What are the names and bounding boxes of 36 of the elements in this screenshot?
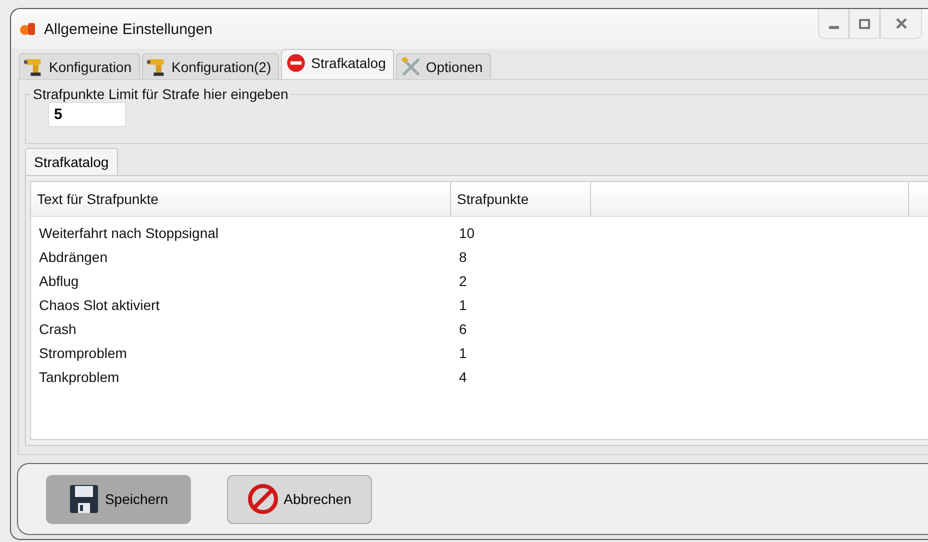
group-legend: Strafpunkte Limit für Strafe hier eingeben bbox=[30, 86, 292, 102]
table-cell-text: Abflug bbox=[38, 273, 80, 289]
tab[interactable]: Optionen bbox=[396, 53, 491, 79]
column-header[interactable]: Text für Strafpunkte bbox=[31, 182, 451, 216]
table-cell-text: Crash bbox=[38, 321, 78, 337]
window-title: Allgemeine Einstellungen bbox=[44, 20, 212, 38]
table-cell-text: Tankproblem bbox=[38, 369, 120, 385]
action-button[interactable]: Abbrechen bbox=[227, 474, 372, 524]
minimize-icon bbox=[828, 26, 838, 29]
prohibited-icon bbox=[248, 484, 278, 514]
table-cell-text: 10 bbox=[458, 225, 475, 241]
table-cell-text: 8 bbox=[458, 249, 467, 265]
close-icon bbox=[896, 18, 906, 29]
no-entry-icon bbox=[286, 52, 306, 72]
tab[interactable]: Konfiguration bbox=[19, 53, 140, 79]
limit-input-field[interactable]: 5 bbox=[48, 102, 126, 127]
table-cell-text: Stromproblem bbox=[38, 345, 128, 361]
app-logo-icon bbox=[19, 21, 37, 37]
close-button[interactable] bbox=[880, 9, 922, 39]
maximize-icon bbox=[859, 18, 870, 28]
tab[interactable]: Konfiguration(2) bbox=[142, 53, 280, 79]
tools-icon bbox=[400, 56, 421, 76]
column-header[interactable]: Strafpunkte bbox=[451, 182, 591, 216]
maximize-button[interactable] bbox=[849, 9, 880, 39]
tab[interactable]: Strafkatalog bbox=[281, 49, 394, 79]
table-cell-text: 6 bbox=[458, 321, 467, 337]
table-cell-text: Chaos Slot aktiviert bbox=[38, 297, 161, 313]
minimize-button[interactable] bbox=[818, 9, 849, 39]
table-cell-text: Abdrängen bbox=[38, 249, 109, 265]
action-button[interactable]: Speichern bbox=[46, 474, 191, 524]
tab[interactable]: Strafkatalog bbox=[25, 148, 118, 175]
table-cell-text: 2 bbox=[458, 273, 467, 289]
table-cell-text: 4 bbox=[458, 369, 467, 385]
table-cell-text: Weiterfahrt nach Stoppsignal bbox=[38, 225, 220, 241]
table-cell-text: 1 bbox=[458, 297, 467, 313]
table-cell-text: 1 bbox=[458, 345, 467, 361]
